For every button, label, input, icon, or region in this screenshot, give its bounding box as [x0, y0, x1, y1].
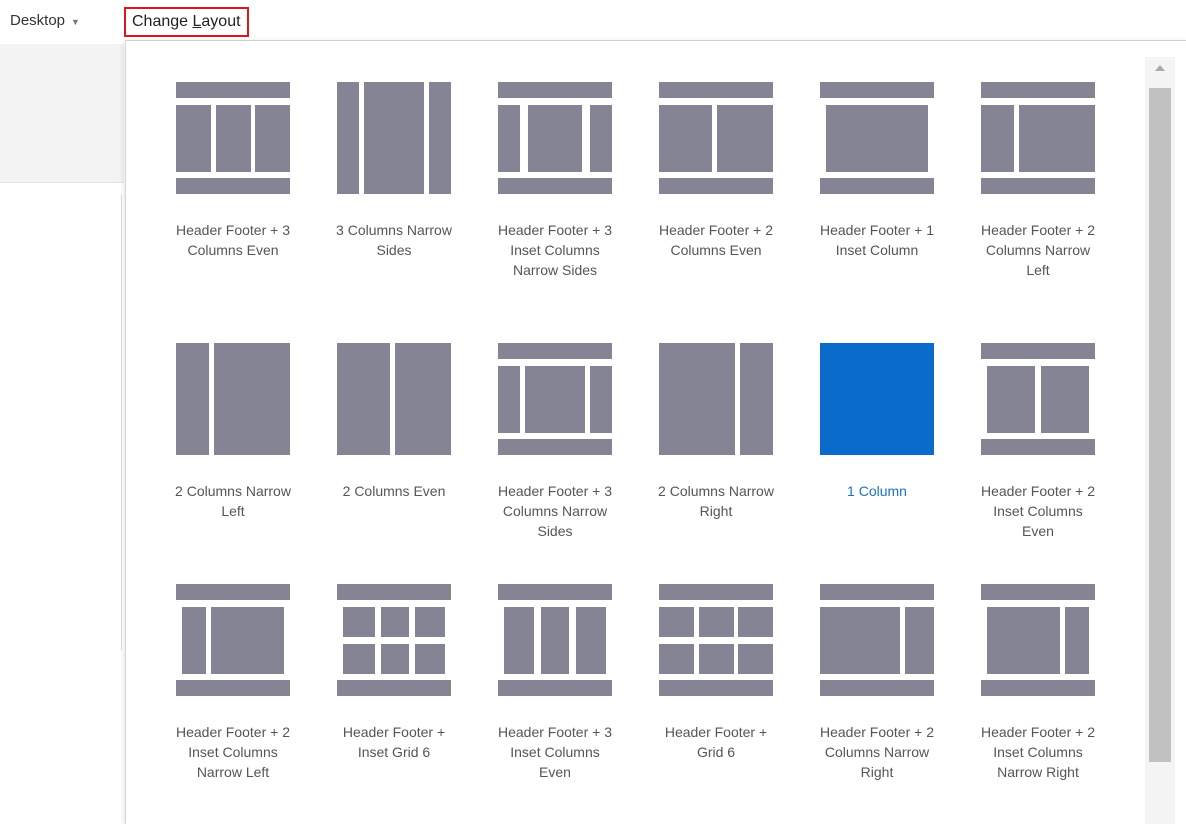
change-layout-button[interactable]: Change Layout — [124, 7, 249, 37]
left-divider — [121, 195, 122, 650]
layout-option[interactable]: 2 Columns Even — [314, 343, 474, 501]
layout-option[interactable]: Header Footer + 1 Inset Column — [797, 82, 957, 260]
layout-thumbnail-icon — [337, 82, 451, 194]
layout-option[interactable]: Header Footer + 2 Inset Columns Narrow L… — [153, 584, 313, 782]
layout-option-label: 3 Columns Narrow Sides — [336, 222, 452, 258]
layout-option-label: Header Footer + Inset Grid 6 — [342, 724, 446, 760]
layout-thumbnail-icon — [176, 343, 290, 455]
layout-option[interactable]: 2 Columns Narrow Right — [636, 343, 796, 521]
layout-option[interactable]: 1 Column — [797, 343, 957, 501]
layout-option-label: Header Footer + 2 Inset Columns Narrow L… — [175, 724, 290, 780]
layout-thumbnail-icon — [981, 343, 1095, 455]
layout-thumbnail-icon — [820, 82, 934, 194]
layout-option[interactable]: Header Footer + 2 Inset Columns Narrow R… — [958, 584, 1118, 782]
layout-option-label: Header Footer + Grid 6 — [664, 724, 768, 760]
layout-picker-popup: Header Footer + 3 Columns Even 3 Columns … — [125, 40, 1186, 824]
layout-option[interactable]: Header Footer + 2 Columns Even — [636, 82, 796, 260]
layout-option-label: Header Footer + 2 Inset Columns Narrow R… — [980, 724, 1095, 780]
layout-thumbnail-icon — [498, 584, 612, 696]
layout-thumbnail-icon — [820, 584, 934, 696]
layout-thumbnail-icon — [498, 343, 612, 455]
layout-option[interactable]: Header Footer + 2 Inset Columns Even — [958, 343, 1118, 541]
layout-option-label: 2 Columns Even — [342, 483, 446, 499]
scrollbar-thumb[interactable] — [1149, 88, 1171, 762]
layout-option-label: Header Footer + 3 Inset Columns Narrow S… — [497, 222, 612, 278]
top-bar: Desktop ▼ Change Layout — [0, 0, 1186, 44]
layout-thumbnail-icon — [820, 343, 934, 455]
layout-option-label: Header Footer + 2 Inset Columns Even — [980, 483, 1095, 539]
device-dropdown[interactable]: Desktop ▼ — [10, 12, 80, 29]
layout-thumbnail-icon — [176, 82, 290, 194]
device-label: Desktop — [10, 12, 66, 29]
layout-option[interactable]: Header Footer + 3 Columns Narrow Sides — [475, 343, 635, 541]
layout-option-label: Header Footer + 2 Columns Narrow Left — [980, 222, 1095, 278]
layout-option[interactable]: Header Footer + Grid 6 — [636, 584, 796, 762]
layout-option[interactable]: 2 Columns Narrow Left — [153, 343, 313, 521]
layout-option-label: Header Footer + 2 Columns Narrow Right — [819, 724, 934, 780]
layout-thumbnail-icon — [498, 82, 612, 194]
layout-thumbnail-icon — [337, 584, 451, 696]
layout-option[interactable]: Header Footer + 3 Inset Columns Even — [475, 584, 635, 782]
layout-thumbnail-icon — [176, 584, 290, 696]
layout-option[interactable]: Header Footer + 2 Columns Narrow Right — [797, 584, 957, 782]
layout-option[interactable]: Header Footer + 3 Inset Columns Narrow S… — [475, 82, 635, 280]
layout-thumbnail-icon — [981, 584, 1095, 696]
change-layout-label-post: ayout — [201, 13, 241, 30]
layout-option[interactable]: 3 Columns Narrow Sides — [314, 82, 474, 260]
layout-option-label: Header Footer + 3 Inset Columns Even — [497, 724, 612, 780]
layout-option[interactable]: Header Footer + 2 Columns Narrow Left — [958, 82, 1118, 280]
layout-thumbnail-icon — [659, 82, 773, 194]
layout-option-label: 2 Columns Narrow Right — [658, 483, 774, 519]
scrollbar[interactable] — [1145, 57, 1175, 824]
layout-thumbnail-icon — [337, 343, 451, 455]
layout-thumbnail-icon — [659, 584, 773, 696]
layout-option[interactable]: Header Footer + 3 Columns Even — [153, 82, 313, 260]
change-layout-label-pre: Change — [132, 13, 193, 30]
layout-option-label: Header Footer + 1 Inset Column — [819, 222, 934, 258]
left-panel — [0, 44, 124, 183]
layout-option-label: Header Footer + 3 Columns Even — [175, 222, 290, 258]
layout-option-label: Header Footer + 3 Columns Narrow Sides — [497, 483, 612, 539]
caret-down-icon: ▼ — [71, 16, 80, 27]
layout-thumbnail-icon — [659, 343, 773, 455]
layout-option-label: 1 Column — [847, 483, 907, 499]
layout-option-label: Header Footer + 2 Columns Even — [658, 222, 773, 258]
layout-option[interactable]: Header Footer + Inset Grid 6 — [314, 584, 474, 762]
layout-option-label: 2 Columns Narrow Left — [175, 483, 291, 519]
scroll-up-arrow-icon[interactable] — [1155, 65, 1165, 71]
layout-thumbnail-icon — [981, 82, 1095, 194]
